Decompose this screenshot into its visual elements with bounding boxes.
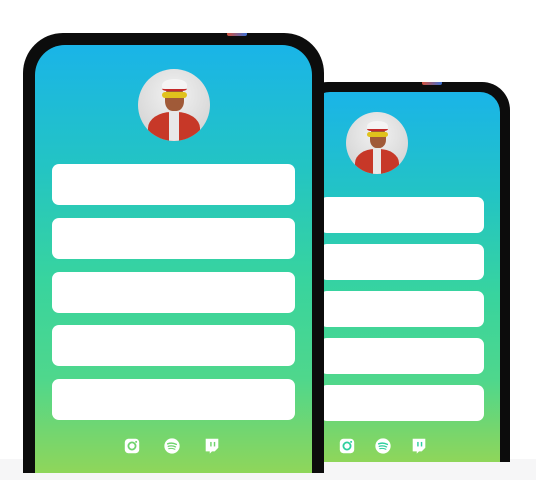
instagram-icon[interactable] xyxy=(123,437,141,455)
front-link-button-3[interactable] xyxy=(52,272,295,313)
avatar-jacket xyxy=(354,149,400,174)
spotify-icon[interactable] xyxy=(374,437,392,455)
camera-notch-marker xyxy=(227,33,247,36)
front-social-icons xyxy=(123,437,221,455)
avatar-glasses xyxy=(162,92,187,98)
mockup-stage xyxy=(0,0,536,480)
back-link-button-1[interactable] xyxy=(320,197,484,233)
front-phone xyxy=(23,33,324,473)
back-social-icons xyxy=(338,437,428,455)
avatar-jacket xyxy=(148,112,200,141)
back-link-button-2[interactable] xyxy=(320,244,484,280)
front-link-button-5[interactable] xyxy=(52,379,295,420)
back-phone-screen xyxy=(310,92,500,462)
avatar-glasses xyxy=(367,131,389,137)
avatar-cap xyxy=(162,79,187,92)
back-link-button-3[interactable] xyxy=(320,291,484,327)
front-link-button-2[interactable] xyxy=(52,218,295,259)
back-link-button-4[interactable] xyxy=(320,338,484,374)
back-phone xyxy=(300,82,510,462)
front-profile-avatar[interactable] xyxy=(138,69,210,141)
front-link-button-1[interactable] xyxy=(52,164,295,205)
back-link-button-5[interactable] xyxy=(320,385,484,421)
avatar-cap xyxy=(367,120,389,132)
twitch-icon[interactable] xyxy=(410,437,428,455)
twitch-icon[interactable] xyxy=(203,437,221,455)
front-link-button-4[interactable] xyxy=(52,325,295,366)
instagram-icon[interactable] xyxy=(338,437,356,455)
front-phone-screen xyxy=(35,45,312,473)
camera-notch-marker xyxy=(422,82,442,85)
spotify-icon[interactable] xyxy=(163,437,181,455)
back-profile-avatar[interactable] xyxy=(346,112,408,174)
